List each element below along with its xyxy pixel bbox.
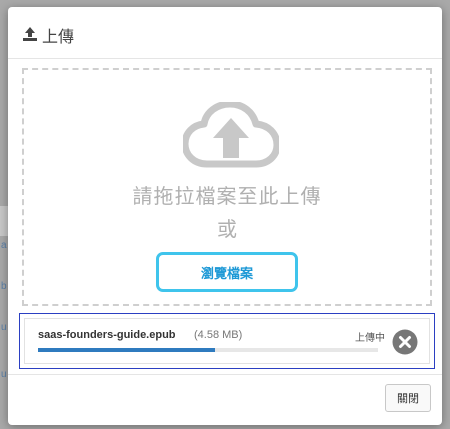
or-separator: 或 xyxy=(217,219,237,241)
upload-file-card: saas-founders-guide.epub (4.58 MB) 上傳中 xyxy=(24,318,430,364)
modal-title: 上傳 xyxy=(42,29,75,46)
modal-footer-divider xyxy=(8,374,442,375)
browse-files-button[interactable]: 瀏覽檔案 xyxy=(156,252,298,292)
background-row-char: a xyxy=(1,240,7,251)
background-row-char: u xyxy=(1,322,7,333)
modal-header: 上傳 xyxy=(8,7,442,59)
cloud-upload-icon xyxy=(183,102,279,168)
background-row-char: u xyxy=(1,369,7,380)
close-button[interactable]: 關閉 xyxy=(385,384,431,412)
drop-zone[interactable]: 請拖拉檔案至此上傳 或 瀏覽檔案 xyxy=(22,68,432,306)
upload-file-item: saas-founders-guide.epub (4.58 MB) 上傳中 xyxy=(19,313,435,369)
upload-modal: 上傳 請拖拉檔案至此上傳 或 瀏覽檔案 saas-founders-guide.… xyxy=(8,7,442,425)
file-size: (4.58 MB) xyxy=(194,329,243,341)
cancel-upload-icon[interactable] xyxy=(392,329,418,355)
upload-icon xyxy=(23,27,37,41)
background-row-char: b xyxy=(1,281,7,292)
upload-status: 上傳中 xyxy=(355,333,385,344)
upload-progress-bar xyxy=(38,348,378,352)
upload-progress-fill xyxy=(38,348,215,352)
file-name: saas-founders-guide.epub xyxy=(38,329,176,341)
drop-instruction: 請拖拉檔案至此上傳 xyxy=(132,186,322,208)
